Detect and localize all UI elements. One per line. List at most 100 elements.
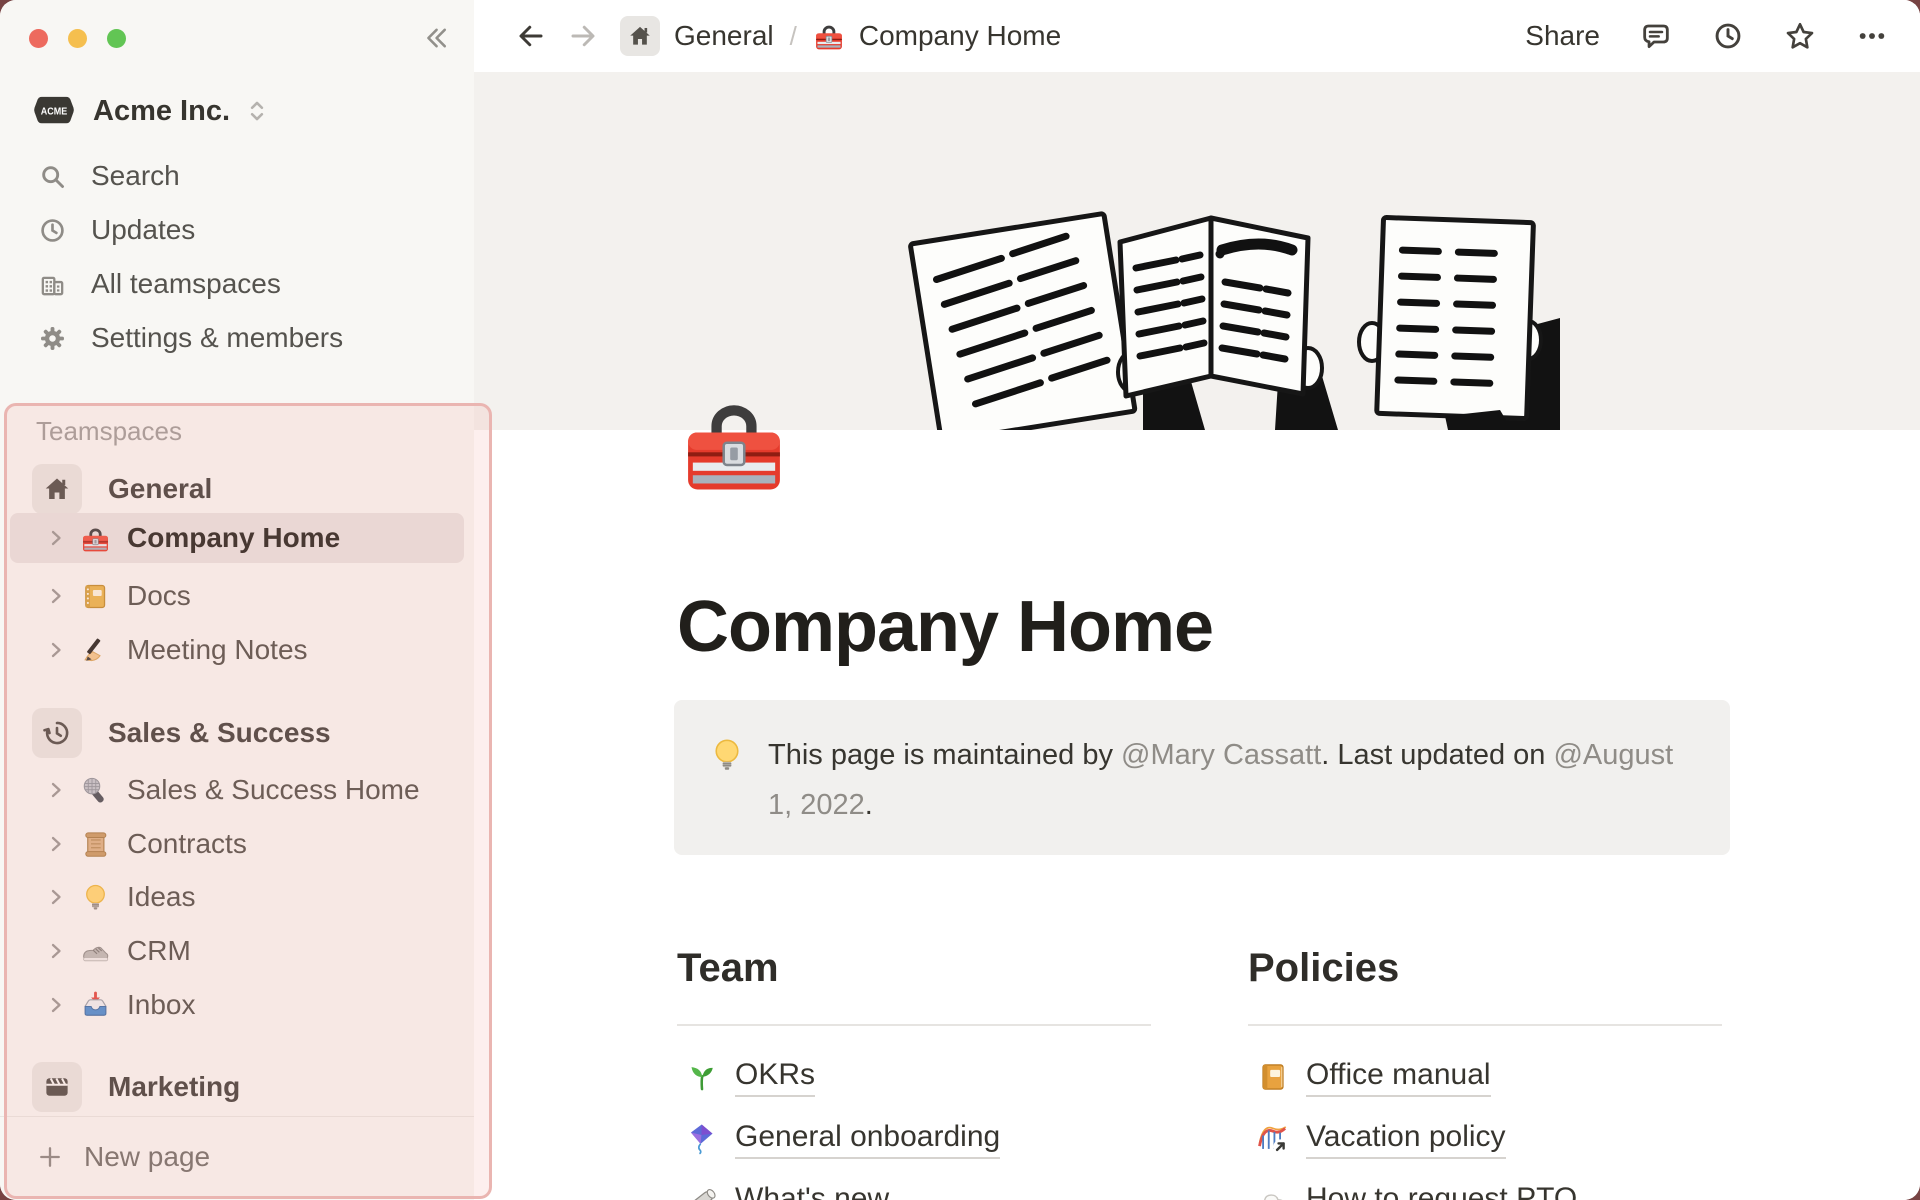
forward-button[interactable] <box>568 21 598 51</box>
cover-illustration <box>860 190 1560 430</box>
gear-icon <box>38 324 67 353</box>
sidebar-item-updates[interactable]: Updates <box>0 203 466 257</box>
breadcrumb-item-general[interactable]: General <box>674 20 774 52</box>
page-link-label[interactable]: Vacation policy <box>1306 1120 1506 1159</box>
page-title[interactable]: Company Home <box>677 586 1214 668</box>
page-row-label: Contracts <box>127 828 247 859</box>
callout-text: This page is maintained by @Mary Cassatt… <box>768 730 1690 830</box>
plus-icon <box>36 1143 64 1171</box>
callout-block[interactable]: This page is maintained by @Mary Cassatt… <box>674 700 1730 855</box>
sidebar-item-all-teamspaces[interactable]: All teamspaces <box>0 257 466 311</box>
heading-divider <box>1248 1024 1722 1026</box>
sidebar-item-label: Settings & members <box>91 322 344 353</box>
workspace-name: Acme Inc. <box>93 94 230 127</box>
page-row-crm[interactable]: CRM <box>0 924 466 978</box>
sidebar-item-settings[interactable]: Settings & members <box>0 311 466 365</box>
toolbox-icon <box>80 523 111 554</box>
page-icon-toolbox[interactable] <box>677 385 791 499</box>
workspace-logo-icon <box>33 94 75 128</box>
teamspace-icon-chip <box>32 1062 82 1112</box>
teamspace-marketing[interactable]: Marketing <box>0 1060 466 1114</box>
zoom-button[interactable] <box>107 29 126 48</box>
workspace-switcher[interactable]: Acme Inc. <box>33 88 454 134</box>
teamspace-icon-chip <box>32 464 82 514</box>
mention-mary-cassatt[interactable]: @Mary Cassatt <box>1121 739 1321 771</box>
breadcrumb-teamspace-chip[interactable] <box>620 16 660 56</box>
chevron-right-icon[interactable] <box>44 526 68 550</box>
page-row-sales-success-home[interactable]: Sales & Success Home <box>0 763 466 817</box>
page-cover[interactable] <box>474 72 1920 430</box>
clapper-board-icon <box>42 1072 72 1102</box>
page-link-okrs[interactable]: OKRs <box>677 1054 1151 1100</box>
page-link-vacation-policy[interactable]: Vacation policy <box>1248 1116 1722 1162</box>
share-button[interactable]: Share <box>1525 20 1600 52</box>
chevron-right-icon[interactable] <box>44 885 68 909</box>
lightbulb-icon <box>708 736 746 774</box>
history-clock-icon <box>42 718 72 748</box>
teamspace-name: Marketing <box>108 1071 241 1102</box>
teamspace-sales-success[interactable]: Sales & Success <box>0 706 466 760</box>
teamspaces-section-label: Teamspaces <box>36 416 182 446</box>
chevron-right-icon[interactable] <box>44 939 68 963</box>
breadcrumb-item-company-home[interactable]: Company Home <box>859 20 1061 52</box>
roller-coaster-icon <box>1256 1122 1290 1156</box>
microphone-icon <box>80 775 111 806</box>
page-link-label[interactable]: OKRs <box>735 1058 816 1097</box>
chevron-right-icon[interactable] <box>44 778 68 802</box>
teamspace-general[interactable]: General <box>0 462 466 516</box>
breadcrumb-separator: / <box>789 20 797 51</box>
page-link-whats-new[interactable]: What's new <box>677 1178 1151 1200</box>
page-link-label[interactable]: Office manual <box>1306 1058 1491 1097</box>
page-link-label[interactable]: What's new <box>735 1182 889 1200</box>
back-button[interactable] <box>516 21 546 51</box>
page-row-label: Ideas <box>127 881 196 912</box>
workspace-swap-icon <box>244 96 270 126</box>
page-row-inbox[interactable]: Inbox <box>0 978 466 1032</box>
column-team: Team OKRs General onboarding What's new <box>677 946 1151 1200</box>
toolbox-icon <box>813 20 845 52</box>
page-row-contracts[interactable]: Contracts <box>0 817 466 871</box>
callout-text-segment: This page is maintained by <box>768 739 1122 771</box>
heading-divider <box>677 1024 1151 1026</box>
sidebar-item-search[interactable]: Search <box>0 149 466 203</box>
page-link-label[interactable]: General onboarding <box>735 1120 1001 1159</box>
comment-icon[interactable] <box>1640 20 1672 52</box>
page-row-meeting-notes[interactable]: Meeting Notes <box>0 623 466 677</box>
page-row-ideas[interactable]: Ideas <box>0 870 466 924</box>
sidebar: Acme Inc. Search Updates All teamspaces … <box>0 0 492 1200</box>
page-row-label: Docs <box>127 580 191 611</box>
sidebar-item-label: All teamspaces <box>91 268 281 299</box>
notion-window: Acme Inc. Search Updates All teamspaces … <box>0 0 1920 1200</box>
chevron-right-icon[interactable] <box>44 638 68 662</box>
chevron-right-icon[interactable] <box>44 993 68 1017</box>
callout-text-segment: . <box>864 789 873 821</box>
close-button[interactable] <box>29 29 48 48</box>
column-policies: Policies Office manual Vacation policy H… <box>1248 946 1722 1200</box>
page-row-label: CRM <box>127 935 191 966</box>
page-row-label: Company Home <box>127 522 341 553</box>
chevron-right-icon[interactable] <box>44 832 68 856</box>
scroll-icon <box>80 829 111 860</box>
page-link-office-manual[interactable]: Office manual <box>1248 1054 1722 1100</box>
sidebar-collapse-icon[interactable] <box>422 24 450 52</box>
star-icon[interactable] <box>1784 20 1816 52</box>
minimize-button[interactable] <box>68 29 87 48</box>
sidebar-item-label: Search <box>91 160 180 191</box>
callout-text-segment: . Last updated on <box>1321 739 1554 771</box>
house-icon <box>42 474 72 504</box>
chevron-right-icon[interactable] <box>44 584 68 608</box>
page-link-general-onboarding[interactable]: General onboarding <box>677 1116 1151 1162</box>
page-columns: Team OKRs General onboarding What's new … <box>677 946 1722 1200</box>
clock-icon[interactable] <box>1712 20 1744 52</box>
ledger-icon <box>80 581 111 612</box>
writing-hand-icon <box>80 635 111 666</box>
new-page-button[interactable]: New page <box>0 1124 474 1190</box>
topbar: General / Company Home Share <box>474 0 1920 72</box>
page-link-request-pto[interactable]: How to request PTO <box>1248 1178 1722 1200</box>
page-row-docs[interactable]: Docs <box>0 569 466 623</box>
page-row-company-home-selected[interactable]: Company Home <box>10 513 464 563</box>
search-icon <box>38 162 67 191</box>
page-link-label[interactable]: How to request PTO <box>1306 1182 1577 1200</box>
ellipsis-icon[interactable] <box>1856 20 1888 52</box>
new-page-label: New page <box>84 1141 211 1172</box>
